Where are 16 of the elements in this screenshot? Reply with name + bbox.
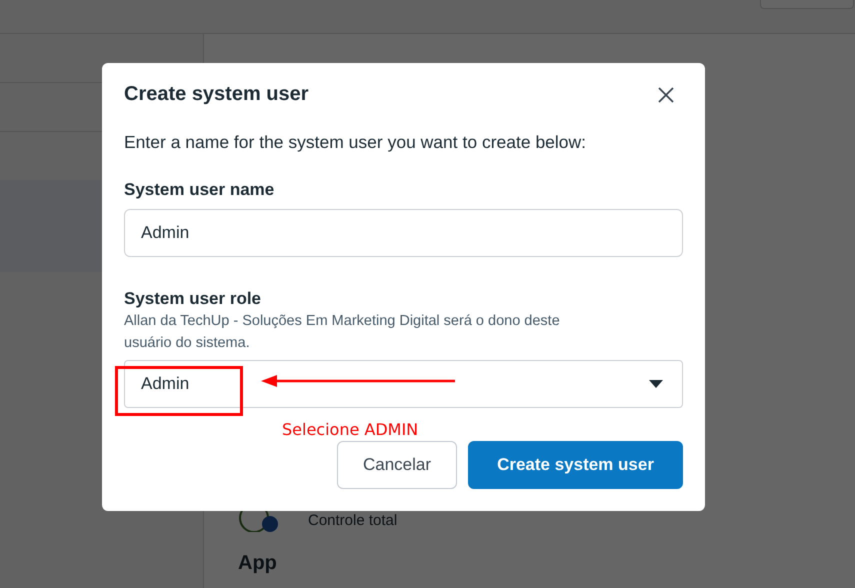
instructions-text: Enter a name for the system user you want to create below: (124, 132, 588, 153)
app-icon (238, 508, 278, 532)
arrow-icon (261, 375, 457, 387)
field-label: System user role (124, 289, 262, 309)
section-title: App (238, 552, 278, 575)
name-input-field[interactable]: Admin (124, 209, 683, 257)
create-button[interactable]: Create system user (468, 441, 683, 489)
annotation-text: Selecione ADMIN (282, 420, 418, 439)
field-label: System user name (124, 180, 276, 200)
role-dropdown[interactable]: Admin (124, 360, 683, 408)
caret-icon (649, 380, 663, 388)
cancel-button[interactable]: Cancelar (337, 441, 457, 489)
dialog-title: Create system user (124, 83, 309, 106)
help-text: Allan da TechUp - Soluções Em Marketing Digital será o dono deste usuário do sistema. (124, 312, 561, 353)
permission-label: Controle total (308, 512, 398, 528)
close-icon (657, 86, 675, 104)
